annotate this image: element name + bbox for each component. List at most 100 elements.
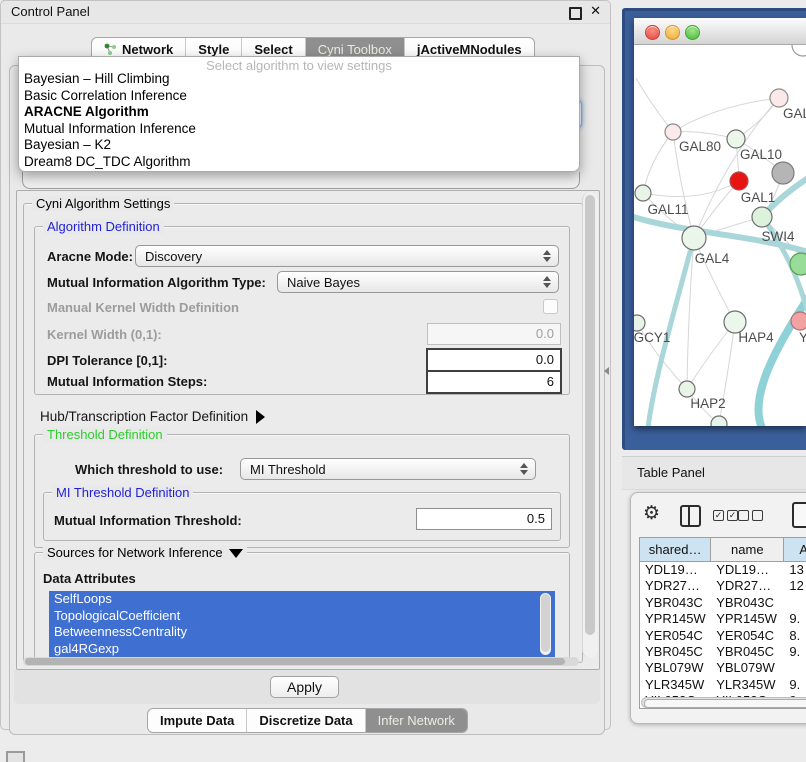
network-node[interactable]: [792, 45, 806, 56]
deselect-checks-icon[interactable]: [738, 510, 763, 521]
table-row[interactable]: YDR27…YDR27…12: [640, 578, 806, 594]
table-cell[interactable]: YLR345W: [640, 677, 711, 693]
table-cell[interactable]: YBR045C: [711, 644, 784, 660]
network-node[interactable]: [679, 381, 695, 397]
table-cell[interactable]: YBL079W: [711, 660, 784, 676]
network-edge[interactable]: [636, 78, 673, 132]
table-row[interactable]: YLR345WYLR345W9.: [640, 677, 806, 693]
which-threshold-value: MI Threshold: [250, 462, 326, 477]
network-edge[interactable]: [643, 132, 673, 193]
gear-icon[interactable]: ⚙: [643, 502, 660, 525]
table-panel: ⚙ ✓✓ shared…nameA YDL19…YDL19…13YDR27…YD…: [630, 492, 806, 724]
network-node[interactable]: [772, 162, 794, 184]
table-cell[interactable]: YBL079W: [640, 660, 711, 676]
network-node[interactable]: [682, 226, 706, 250]
table-row[interactable]: YPR145WYPR145W9.: [640, 611, 806, 627]
columns-icon[interactable]: [680, 505, 701, 527]
table-cell[interactable]: [784, 660, 806, 676]
dock-panel-icon[interactable]: [6, 751, 25, 762]
algorithm-option-basic-correlation-inference[interactable]: Basic Correlation Inference: [19, 88, 579, 105]
table-cell[interactable]: 12: [784, 578, 806, 594]
table-cell[interactable]: 9.: [784, 644, 806, 660]
aracne-mode-select[interactable]: Discovery: [135, 245, 559, 267]
network-node[interactable]: [730, 172, 748, 190]
algorithm-option-bayesian-k2[interactable]: Bayesian – K2: [19, 137, 579, 154]
table-row[interactable]: YBR045CYBR045C9.: [640, 644, 806, 660]
table-horizontal-scrollbar[interactable]: [641, 697, 806, 708]
apply-button[interactable]: Apply: [270, 676, 339, 698]
network-edge[interactable]: [673, 98, 779, 132]
mi-steps-field[interactable]: 6: [426, 370, 562, 394]
sources-expander[interactable]: Sources for Network Inference: [43, 545, 247, 560]
settings-vertical-scrollbar[interactable]: [582, 192, 598, 658]
close-button[interactable]: [645, 25, 660, 40]
table-cell[interactable]: YBR045C: [640, 644, 711, 660]
attributes-scrollbar[interactable]: [540, 593, 551, 655]
select-all-checks-icon[interactable]: ✓✓: [713, 510, 738, 521]
attribute-item-topologicalcoefficient[interactable]: TopologicalCoefficient: [49, 608, 555, 625]
document-icon[interactable]: [792, 502, 806, 528]
table-cell[interactable]: YER054C: [711, 628, 784, 644]
table-cell[interactable]: YER054C: [640, 628, 711, 644]
bottom-tab-discretize-data[interactable]: Discretize Data: [246, 709, 364, 732]
float-window-icon[interactable]: [569, 7, 582, 20]
close-window-icon[interactable]: ✕: [590, 3, 601, 19]
control-panel-title: Control Panel: [11, 4, 90, 19]
table-row[interactable]: YBL079WYBL079W: [640, 660, 806, 676]
hub-factor-expander[interactable]: Hub/Transcription Factor Definition: [40, 409, 265, 424]
algorithm-option-mutual-information-inference[interactable]: Mutual Information Inference: [19, 121, 579, 138]
node-label-gal: GAL: [783, 106, 806, 121]
table-cell[interactable]: YDL19…: [640, 562, 711, 578]
table-row[interactable]: YER054CYER054C8.: [640, 628, 806, 644]
attribute-item-gal4rgexp[interactable]: gal4RGexp: [49, 641, 555, 658]
table-row[interactable]: YBR043CYBR043C: [640, 595, 806, 611]
column-header-a[interactable]: A: [784, 538, 806, 561]
bottom-tab-infer-network[interactable]: Infer Network: [365, 709, 467, 732]
mi-threshold-field[interactable]: 0.5: [416, 508, 552, 530]
minimize-button[interactable]: [665, 25, 680, 40]
table-cell[interactable]: YBR043C: [640, 595, 711, 611]
table-cell[interactable]: YDL19…: [711, 562, 784, 578]
algorithm-option-bayesian-hill-climbing[interactable]: Bayesian – Hill Climbing: [19, 71, 579, 88]
column-header-name[interactable]: name: [711, 538, 784, 561]
network-node[interactable]: [711, 416, 727, 426]
network-canvas[interactable]: GALGAL80GAL10GAL1GAL11SWI4GAL4GCY1HAP4YH…: [634, 45, 806, 426]
mi-algorithm-type-select[interactable]: Naive Bayes: [277, 271, 559, 293]
dpi-tolerance-field[interactable]: 0.0: [426, 348, 562, 372]
splitter-collapse-icon[interactable]: [604, 367, 609, 375]
network-node[interactable]: [752, 207, 772, 227]
expand-down-icon: [229, 549, 243, 558]
table-cell[interactable]: YDR27…: [640, 578, 711, 594]
table-cell[interactable]: 13: [784, 562, 806, 578]
attribute-item-betweennesscentrality[interactable]: BetweennessCentrality: [49, 624, 555, 641]
network-node[interactable]: [634, 315, 645, 331]
table-cell[interactable]: [784, 595, 806, 611]
table-cell[interactable]: YBR043C: [711, 595, 784, 611]
table-cell[interactable]: 8.: [784, 628, 806, 644]
settings-horizontal-scrollbar[interactable]: [23, 657, 579, 666]
network-node[interactable]: [665, 124, 681, 140]
table-cell[interactable]: YDR27…: [711, 578, 784, 594]
attribute-item-selfloops[interactable]: SelfLoops: [49, 591, 555, 608]
network-node[interactable]: [770, 89, 788, 107]
table-cell[interactable]: 9.: [784, 677, 806, 693]
network-node[interactable]: [635, 185, 651, 201]
table-row[interactable]: YDL19…YDL19…13: [640, 562, 806, 578]
column-header-shared[interactable]: shared…: [640, 538, 711, 561]
network-node[interactable]: [790, 253, 806, 275]
table-cell[interactable]: YPR145W: [711, 611, 784, 627]
network-node[interactable]: [791, 312, 806, 330]
table-cell[interactable]: 9.: [784, 611, 806, 627]
network-edge[interactable]: [643, 181, 739, 197]
network-edge[interactable]: [687, 322, 735, 389]
algorithm-option-dream8-dc-tdc-algorithm[interactable]: Dream8 DC_TDC Algorithm: [19, 154, 579, 171]
threshold-definition-group: Threshold Definition Which threshold to …: [34, 434, 570, 548]
network-node[interactable]: [727, 130, 745, 148]
table-cell[interactable]: YLR345W: [711, 677, 784, 693]
zoom-button[interactable]: [685, 25, 700, 40]
bottom-tab-impute-data[interactable]: Impute Data: [148, 709, 246, 732]
table-cell[interactable]: YPR145W: [640, 611, 711, 627]
which-threshold-label: Which threshold to use:: [75, 462, 223, 477]
algorithm-option-aracne-algorithm[interactable]: ARACNE Algorithm: [19, 104, 579, 121]
which-threshold-select[interactable]: MI Threshold: [240, 458, 536, 480]
